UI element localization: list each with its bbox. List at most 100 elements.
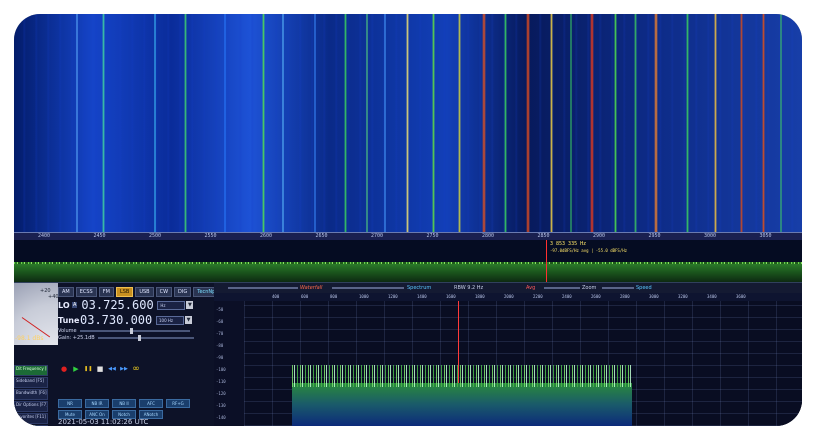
waterfall-signal-trace	[314, 14, 316, 232]
avg-slider[interactable]	[544, 287, 580, 289]
waterfall-signal-trace	[740, 14, 743, 232]
avg-label: Avg	[526, 285, 536, 291]
lo-vfo-tag[interactable]: A	[72, 302, 78, 308]
waterfall-scale-tick: 2750	[426, 233, 439, 239]
analyzer-db-tick: -120	[216, 391, 226, 396]
audio-spectrum-analyzer: Waterfall Spectrum RBW 9.2 Hz Avg Zoom S…	[214, 283, 802, 426]
analyzer-db-tick: -50	[216, 307, 224, 312]
lo-frequency[interactable]: 03.725.600	[81, 298, 157, 312]
waterfall-signal-trace	[570, 14, 572, 232]
analyzer-scale-tick: 3200	[678, 294, 688, 299]
function-list-item[interactable]: ... [F8]	[14, 425, 48, 426]
function-list-item[interactable]: Dir Options [F7]	[14, 401, 48, 412]
waterfall-signal-trace	[102, 14, 105, 232]
loop-icon[interactable]: ∞	[132, 365, 140, 374]
analyzer-db-tick: -130	[216, 403, 226, 408]
function-list-item[interactable]: Dit Frequency [F4]	[14, 365, 48, 376]
dsp-button-nr[interactable]: NR	[58, 399, 82, 408]
analyzer-db-tick: -110	[216, 379, 226, 384]
dsp-button-afc[interactable]: AFC	[139, 399, 163, 408]
gain-slider[interactable]	[97, 335, 194, 341]
dsp-button-rf-g[interactable]: RF+G	[166, 399, 190, 408]
mode-selector: AM ECSS FM LSB USB CW DIG TecnNp	[58, 287, 220, 297]
analyzer-scale-tick: 3000	[649, 294, 659, 299]
waterfall-signal-trace	[344, 14, 347, 232]
waterfall-scale-tick: 2900	[593, 233, 606, 239]
rewind-icon[interactable]: ◀◀	[108, 365, 116, 373]
analyzer-scale-tick: 2600	[591, 294, 601, 299]
chevron-down-icon[interactable]: ▼	[185, 316, 192, 324]
mode-button-ecss[interactable]: ECSS	[75, 287, 97, 297]
overview-spectrum[interactable]	[14, 240, 802, 283]
zoom-slider[interactable]	[602, 287, 634, 289]
tune-label: Tune	[58, 315, 80, 325]
analyzer-scale-tick: 800	[330, 294, 338, 299]
function-list-item[interactable]: Bandwidth [F6]	[14, 389, 48, 400]
s-meter: +20 +40 -98.1 dBs	[14, 283, 59, 345]
chevron-down-icon[interactable]: ▼	[186, 301, 194, 309]
mode-button-usb[interactable]: USB	[135, 287, 154, 297]
analyzer-scale-tick: 1600	[446, 294, 456, 299]
tuning-cursor[interactable]	[546, 240, 547, 282]
function-list: Dit Frequency [F4]Sideband [F5]Bandwidth…	[14, 365, 48, 426]
analyzer-scale-tick: 3400	[707, 294, 717, 299]
mode-button-dig[interactable]: DIG	[174, 287, 192, 297]
gain-row: Gain: +25.1dB	[58, 335, 194, 341]
transport-controls: ● ▶ ❚❚ ■ ◀◀ ▶▶ ∞	[60, 365, 140, 374]
waterfall-scale-tick: 3000	[704, 233, 717, 239]
record-icon[interactable]: ●	[60, 365, 68, 373]
sdr-window: 2400 2450 2500 2550 2600 2650 2700 2750 2800 2850…	[14, 14, 802, 426]
waterfall-display[interactable]	[14, 14, 802, 232]
volume-slider-knob[interactable]	[129, 328, 133, 334]
analyzer-db-axis: -50 -60 -70 -80 -90 -100 -110 -120 -130 -140	[214, 301, 244, 426]
date-time: 2021-05-03 11:02:26 UTC	[58, 418, 149, 426]
noise-floor-fill	[14, 264, 802, 282]
waterfall-scale-tick: 2500	[149, 233, 162, 239]
analyzer-scale-tick: 3600	[736, 294, 746, 299]
tune-step-select[interactable]: 100 Hz	[156, 315, 184, 325]
tune-row: Tune 03.730.000 100 Hz ▼	[58, 313, 192, 327]
waterfall-signal-trace	[504, 14, 507, 232]
waterfall-signal-trace	[262, 14, 265, 232]
tune-frequency[interactable]: 03.730.000	[80, 313, 156, 327]
stop-icon[interactable]: ■	[96, 365, 104, 373]
waterfall-signal-trace	[224, 14, 226, 232]
analyzer-plot[interactable]	[244, 301, 802, 426]
gain-slider-knob[interactable]	[137, 335, 141, 341]
audio-spectrum-trace	[292, 365, 632, 387]
waterfall-signal-trace	[762, 14, 765, 232]
mode-button-cw[interactable]: CW	[155, 287, 173, 297]
function-list-item[interactable]: Sideband [F5]	[14, 377, 48, 388]
gain-label: Gain: +25.1dB	[58, 335, 95, 341]
smeter-reading: -98.1 dBs	[15, 335, 44, 342]
analyzer-scale-tick: 1800	[475, 294, 485, 299]
mode-button-lsb[interactable]: LSB	[115, 287, 134, 297]
waterfall-scale-tick: 2400	[38, 233, 51, 239]
waterfall-contrast-slider[interactable]	[228, 287, 298, 289]
waterfall-signal-trace	[282, 14, 284, 232]
waterfall-signal-trace	[384, 14, 386, 232]
waterfall-scale-tick: 2550	[204, 233, 217, 239]
fast-forward-icon[interactable]: ▶▶	[120, 365, 128, 373]
control-panel: +20 +40 -98.1 dBs AM ECSS FM LSB USB CW DIG Tec…	[14, 283, 220, 426]
play-icon[interactable]: ▶	[72, 365, 80, 373]
waterfall-signal-trace	[590, 14, 594, 232]
lo-step-select[interactable]: Hz	[157, 300, 186, 310]
dsp-button-nb-ir[interactable]: NB IR	[85, 399, 109, 408]
mode-button-fm[interactable]: FM	[98, 287, 114, 297]
zoom-label: Zoom	[582, 285, 597, 291]
waterfall-label: Waterfall	[300, 285, 323, 291]
mode-button-am[interactable]: AM	[58, 287, 74, 297]
volume-label: Volume	[58, 328, 77, 334]
function-list-item[interactable]: Favorites [F11]	[14, 413, 48, 424]
spectrum-level-slider[interactable]	[332, 287, 404, 289]
analyzer-scale-tick: 600	[301, 294, 309, 299]
waterfall-signal-trace	[366, 14, 368, 232]
audio-spectrum-fill	[292, 383, 632, 426]
waterfall-signal-trace	[686, 14, 689, 232]
analyzer-db-tick: -70	[216, 331, 224, 336]
dsp-button-nb-ii[interactable]: NB II	[112, 399, 136, 408]
pause-icon[interactable]: ❚❚	[84, 365, 92, 373]
volume-slider[interactable]	[79, 328, 190, 334]
lo-row: LO A 03.725.600 Hz ▼	[58, 298, 194, 312]
